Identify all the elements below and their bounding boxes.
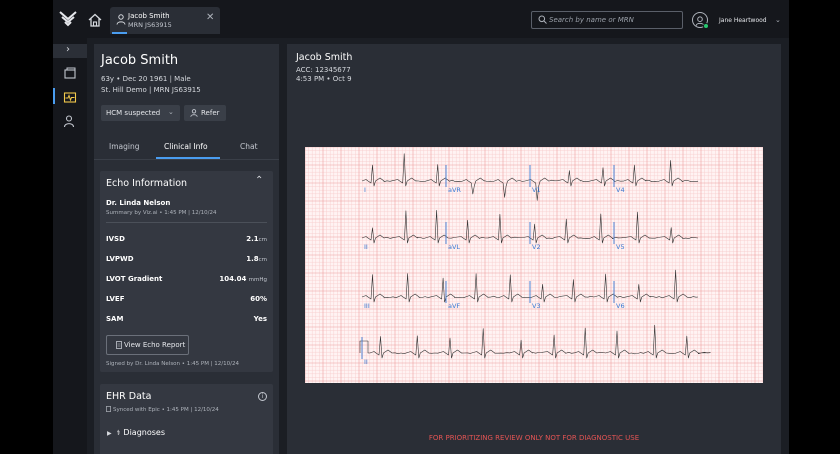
document-icon — [116, 341, 122, 349]
echo-card-title: Echo Information — [106, 178, 188, 189]
ecg-lead-label: aVF — [448, 302, 460, 310]
signed-by-text: Signed by Dr. Linda Nelson • 1:45 PM | 1… — [106, 361, 239, 367]
ehr-data-card: EHR Data i Synced with Epic • 1:45 PM | … — [100, 384, 273, 454]
view-echo-report-button[interactable]: View Echo Report — [106, 335, 189, 355]
search-box[interactable] — [531, 11, 683, 29]
measurement-label: IVSD — [106, 235, 125, 243]
user-icon — [116, 14, 126, 25]
refer-button[interactable]: Refer — [184, 105, 226, 121]
ecg-lead-label: aVL — [448, 243, 460, 251]
ecg-viewer: Jacob Smith ACC: 12345677 4:53 PM • Oct … — [287, 44, 781, 454]
heart-monitor-icon[interactable] — [63, 90, 77, 104]
search-icon — [538, 15, 547, 24]
rail-active-indicator — [53, 88, 55, 104]
measurement-value: 1.8cm — [246, 255, 267, 263]
ecg-lead-label: V3 — [532, 302, 541, 310]
ecg-tracing[interactable]: IaVR V1 V4 II aVL V2 V5 III aVF V3 V6 II — [305, 147, 763, 383]
measurement-label: LVOT Gradient — [106, 275, 163, 283]
measurement-value: Yes — [253, 315, 267, 323]
document-icon — [106, 406, 111, 412]
ecg-lead-label: II — [364, 243, 368, 251]
left-rail: › — [53, 38, 87, 454]
collapse-chevron-icon[interactable]: ⌃ — [255, 175, 263, 186]
stethoscope-icon: ⚕ — [116, 429, 121, 437]
ecg-patient-name: Jacob Smith — [296, 52, 353, 63]
measurement-row: IVSD 2.1cm — [106, 233, 267, 245]
ecg-lead-label: II — [364, 358, 368, 366]
ecg-lead-label: I — [364, 186, 366, 194]
tab-divider — [94, 159, 279, 160]
measurement-label: SAM — [106, 315, 124, 323]
patient-site: St. Hill Demo | MRN JS63915 — [101, 86, 201, 94]
measurement-label: LVPWD — [106, 255, 134, 263]
caret-right-icon: ▶ — [107, 430, 112, 437]
user-name: Jane Heartwood — [719, 17, 767, 24]
measurement-row: LVEF 60% — [106, 293, 267, 305]
measurement-value: 60% — [250, 295, 267, 303]
info-icon[interactable]: i — [258, 392, 267, 401]
patient-panel: Jacob Smith 63y • Dec 20 1961 | Male St.… — [94, 44, 279, 454]
divider — [106, 222, 267, 223]
refer-label: Refer — [201, 109, 220, 117]
ecg-lead-label: V1 — [532, 186, 541, 194]
measurement-row: LVPWD 1.8cm — [106, 253, 267, 265]
measurement-value: 2.1cm — [246, 235, 267, 243]
search-input[interactable] — [549, 13, 679, 27]
ecg-accession: ACC: 12345677 — [296, 66, 351, 74]
tab-patient-name: Jacob Smith — [128, 12, 170, 20]
echo-information-card: Echo Information ⌃ Dr. Linda Nelson Summ… — [100, 171, 273, 372]
status-dropdown[interactable]: HCM suspected ⌄ — [101, 105, 180, 121]
disclaimer-footer: FOR PRIORITIZING REVIEW ONLY NOT FOR DIA… — [428, 434, 640, 442]
measurement-row: SAM Yes — [106, 313, 267, 325]
diagnoses-label: Diagnoses — [123, 428, 166, 437]
tab-patient-mrn: MRN JS63915 — [128, 21, 172, 29]
tab-active-indicator — [112, 32, 127, 34]
ecg-lead-label: V6 — [616, 302, 625, 310]
folder-icon[interactable] — [63, 66, 77, 80]
tab-chat[interactable]: Chat — [240, 142, 258, 151]
tab-clinical-info[interactable]: Clinical Info — [164, 142, 208, 151]
top-bar: Jacob Smith MRN JS63915 ✕ Jane Heartwood… — [53, 0, 789, 38]
ehr-card-title: EHR Data — [106, 391, 152, 402]
home-icon[interactable] — [88, 13, 102, 27]
online-status-dot — [703, 23, 709, 29]
chevron-down-icon[interactable]: ⌄ — [775, 16, 781, 24]
tab-imaging[interactable]: Imaging — [109, 142, 139, 151]
echo-summary: Summary by Viz.ai • 1:45 PM | 12/10/24 — [106, 210, 217, 216]
ecg-lead-label: aVR — [448, 186, 461, 194]
ecg-lead-label: V4 — [616, 186, 625, 194]
ecg-lead-label: V5 — [616, 243, 625, 251]
patient-demographics: 63y • Dec 20 1961 | Male — [101, 75, 191, 83]
chevron-down-icon: ⌄ — [168, 108, 174, 116]
ecg-lead-label: V2 — [532, 243, 541, 251]
person-icon[interactable] — [63, 114, 77, 128]
logo-icon[interactable] — [59, 11, 77, 27]
status-dropdown-label: HCM suspected — [106, 109, 161, 117]
diagnoses-section-toggle[interactable]: ▶ ⚕ Diagnoses — [107, 428, 165, 437]
chevron-right-icon: › — [66, 44, 70, 55]
view-echo-report-label: View Echo Report — [124, 341, 186, 349]
tab-active-indicator — [156, 157, 220, 159]
patient-name: Jacob Smith — [101, 53, 179, 68]
user-menu[interactable]: Jane Heartwood ⌄ — [692, 12, 786, 30]
close-icon[interactable]: ✕ — [206, 12, 214, 23]
measurement-row: LVOT Gradient 104.04 mmHg — [106, 273, 267, 285]
ecg-lead-label: III — [364, 302, 370, 310]
expand-rail-button[interactable]: › — [53, 44, 87, 58]
ecg-timestamp: 4:53 PM • Oct 9 — [296, 75, 352, 83]
measurement-value: 104.04 mmHg — [219, 275, 267, 283]
app-window: Jacob Smith MRN JS63915 ✕ Jane Heartwood… — [53, 0, 789, 454]
ehr-sync-status: Synced with Epic • 1:45 PM | 12/10/24 — [106, 406, 219, 413]
patient-tab[interactable]: Jacob Smith MRN JS63915 ✕ — [110, 7, 220, 34]
measurement-label: LVEF — [106, 295, 125, 303]
echo-doctor: Dr. Linda Nelson — [106, 199, 171, 207]
user-icon — [190, 109, 198, 117]
